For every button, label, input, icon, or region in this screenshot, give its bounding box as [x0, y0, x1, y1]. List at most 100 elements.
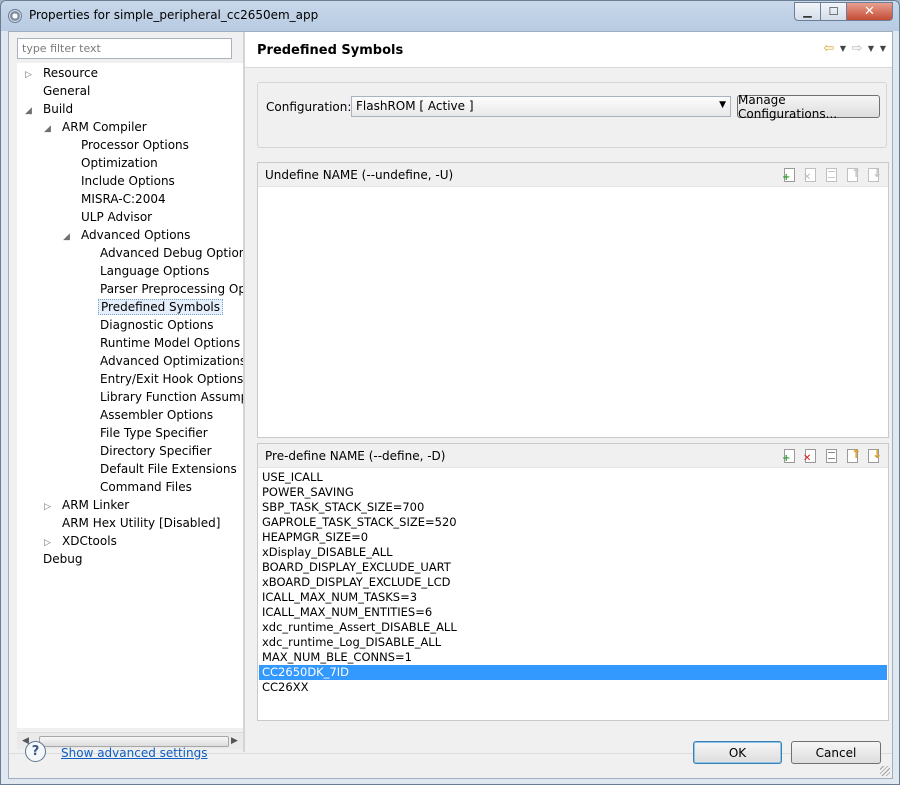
maximize-button[interactable]: ☐: [821, 2, 847, 21]
cancel-button[interactable]: Cancel: [791, 741, 881, 764]
tree-item-label: Optimization: [81, 156, 158, 170]
minimize-icon: ▁: [803, 5, 812, 18]
tree-item[interactable]: Include Options: [63, 172, 177, 190]
move-down-icon[interactable]: ↓: [866, 166, 882, 183]
tree-item[interactable]: Default File Extensions: [82, 460, 239, 478]
move-down-icon[interactable]: ↓: [866, 447, 882, 464]
list-item[interactable]: ICALL_MAX_NUM_TASKS=3: [259, 590, 887, 605]
tree-item-label: Entry/Exit Hook Options: [100, 372, 243, 386]
tree-item[interactable]: Entry/Exit Hook Options: [82, 370, 243, 388]
collapse-icon[interactable]: ◢: [25, 102, 35, 120]
back-arrow-icon[interactable]: ⇦: [822, 41, 836, 56]
collapse-icon[interactable]: ◢: [44, 120, 54, 138]
tree-item[interactable]: ◢ Build: [25, 100, 75, 118]
history-nav: ⇦ ▼ ⇨ ▼ ▼: [822, 41, 888, 56]
pane-sash[interactable]: [243, 32, 245, 752]
undefine-header: Undefine NAME (--undefine, -U) + ✕ ↑ ↓: [258, 163, 888, 187]
tree-item[interactable]: File Type Specifier: [82, 424, 210, 442]
manage-configurations-button[interactable]: Manage Configurations...: [737, 93, 880, 121]
property-tree[interactable]: ▷ Resource General ◢ Build ◢ ARM Compiler Proce…: [17, 63, 243, 728]
help-icon[interactable]: ?: [25, 741, 46, 762]
chevron-down-icon: ▼: [719, 100, 726, 110]
tree-item-label: ARM Linker: [62, 498, 130, 512]
list-item[interactable]: CC26XX: [259, 680, 887, 695]
tree-item[interactable]: ▷ ARM Linker: [44, 496, 131, 514]
tree-item[interactable]: Command Files: [82, 478, 194, 496]
tree-item[interactable]: General: [25, 82, 92, 100]
list-item[interactable]: xBOARD_DISPLAY_EXCLUDE_LCD: [259, 575, 887, 590]
tree-item-label: Library Function Assumpt: [100, 390, 243, 404]
edit-icon[interactable]: [824, 448, 840, 464]
predefine-toolbar: + ✕ ↑ ↓: [782, 447, 882, 464]
tree-item[interactable]: Diagnostic Options: [82, 316, 216, 334]
tree-item[interactable]: ▷ XDCtools: [44, 532, 119, 550]
close-icon: ✕: [864, 4, 875, 19]
list-item[interactable]: POWER_SAVING: [259, 485, 887, 500]
list-item[interactable]: BOARD_DISPLAY_EXCLUDE_UART: [259, 560, 887, 575]
ok-button[interactable]: OK: [693, 741, 782, 764]
tree-item[interactable]: Library Function Assumpt: [82, 388, 243, 406]
view-menu-icon[interactable]: ▼: [878, 44, 888, 53]
tree-item[interactable]: Debug: [25, 550, 84, 568]
tree-item[interactable]: Advanced Debug Options: [82, 244, 243, 262]
add-icon[interactable]: +: [782, 448, 798, 464]
show-advanced-settings-link[interactable]: Show advanced settings: [61, 746, 208, 760]
forward-arrow-icon[interactable]: ⇨: [850, 41, 864, 56]
configuration-select[interactable]: FlashROM [ Active ] ▼: [351, 96, 731, 117]
tree-item-label: Advanced Optimizations: [100, 354, 243, 368]
list-item[interactable]: ICALL_MAX_NUM_ENTITIES=6: [259, 605, 887, 620]
tree-item[interactable]: Language Options: [82, 262, 211, 280]
configuration-label: Configuration:: [266, 100, 352, 114]
tree-item-label: Advanced Debug Options: [100, 246, 243, 260]
dialog-client-area: ▷Resource General ◢ Build ◢ ARM Compiler Proce…: [8, 31, 893, 779]
tree-item-label: Directory Specifier: [100, 444, 212, 458]
eclipse-app-icon: [8, 9, 22, 23]
list-item[interactable]: xdc_runtime_Log_DISABLE_ALL: [259, 635, 887, 650]
resize-grip-icon[interactable]: [880, 766, 890, 776]
collapse-icon[interactable]: ◢: [63, 228, 73, 246]
tree-item[interactable]: Processor Options: [63, 136, 191, 154]
scroll-right-icon[interactable]: ▶: [226, 733, 243, 750]
tree-item-label: ULP Advisor: [81, 210, 153, 224]
add-icon[interactable]: +: [782, 167, 798, 183]
tree-item-label: Include Options: [81, 174, 175, 188]
tree-item-label: Processor Options: [81, 138, 189, 152]
tree-item[interactable]: Assembler Options: [82, 406, 215, 424]
move-up-icon[interactable]: ↑: [845, 447, 861, 464]
forward-dropdown-icon[interactable]: ▼: [866, 44, 876, 53]
list-item[interactable]: GAPROLE_TASK_STACK_SIZE=520: [259, 515, 887, 530]
tree-item-label: Language Options: [100, 264, 210, 278]
tree-item-label: File Type Specifier: [100, 426, 208, 440]
tree-item[interactable]: ◢ Advanced Options: [63, 226, 192, 244]
list-item[interactable]: USE_ICALL: [259, 470, 887, 485]
list-item[interactable]: SBP_TASK_STACK_SIZE=700: [259, 500, 887, 515]
tree-item[interactable]: Runtime Model Options: [82, 334, 242, 352]
tree-item[interactable]: ◢ ARM Compiler: [44, 118, 149, 136]
tree-item[interactable]: Optimization: [63, 154, 160, 172]
delete-icon[interactable]: ✕: [803, 167, 819, 183]
title-bar[interactable]: Properties for simple_peripheral_cc2650e…: [1, 1, 899, 31]
edit-icon[interactable]: [824, 167, 840, 183]
list-item[interactable]: HEAPMGR_SIZE=0: [259, 530, 887, 545]
back-dropdown-icon[interactable]: ▼: [838, 44, 848, 53]
tree-item[interactable]: MISRA-C:2004: [63, 190, 168, 208]
move-up-icon[interactable]: ↑: [845, 166, 861, 183]
tree-item-label: Command Files: [100, 480, 192, 494]
tree-item[interactable]: ARM Hex Utility [Disabled]: [44, 514, 222, 532]
tree-item[interactable]: Advanced Optimizations: [82, 352, 243, 370]
close-button[interactable]: ✕: [847, 2, 893, 21]
predefine-panel: Pre-define NAME (--define, -D) + ✕ ↑ ↓ U…: [257, 443, 889, 721]
minimize-button[interactable]: ▁: [794, 2, 821, 21]
tree-item[interactable]: Predefined Symbols: [82, 298, 224, 316]
tree-item[interactable]: Parser Preprocessing Opti: [82, 280, 243, 298]
tree-item[interactable]: ULP Advisor: [63, 208, 154, 226]
filter-input[interactable]: [17, 38, 232, 59]
tree-item[interactable]: Directory Specifier: [82, 442, 214, 460]
list-item[interactable]: xdc_runtime_Assert_DISABLE_ALL: [259, 620, 887, 635]
tree-item[interactable]: ▷ Resource: [25, 64, 100, 82]
tree-item-label: ARM Hex Utility [Disabled]: [62, 516, 221, 530]
delete-icon[interactable]: ✕: [803, 448, 819, 464]
list-item[interactable]: xDisplay_DISABLE_ALL: [259, 545, 887, 560]
list-item[interactable]: CC2650DK_7ID: [259, 665, 887, 680]
list-item[interactable]: MAX_NUM_BLE_CONNS=1: [259, 650, 887, 665]
